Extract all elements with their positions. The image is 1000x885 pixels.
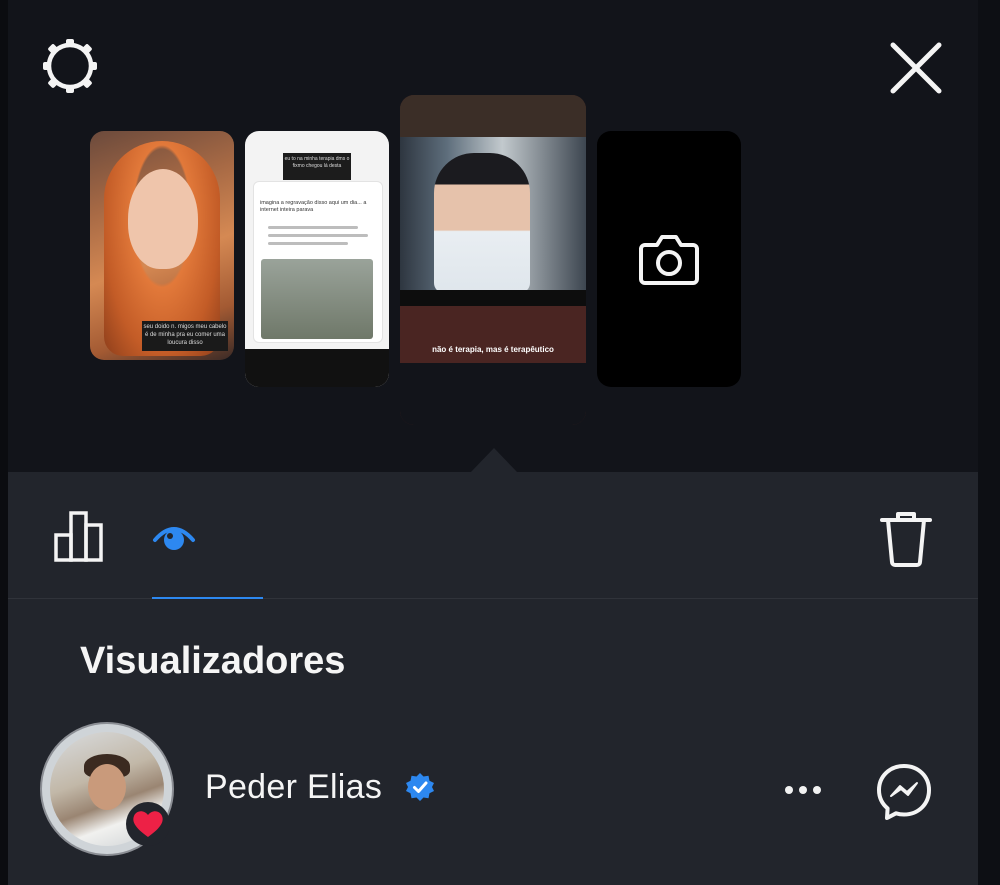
settings-button[interactable] — [38, 34, 102, 98]
story-caption: eu to na minha terapia dms o fixmo chego… — [283, 153, 351, 180]
add-story-camera[interactable] — [597, 131, 741, 387]
gear-icon — [43, 39, 97, 93]
story-subtitle: não é terapia, mas é terapêutico — [432, 345, 554, 354]
verified-badge — [405, 772, 435, 802]
text-line — [268, 242, 348, 245]
more-icon-dot — [799, 786, 807, 794]
close-button[interactable] — [884, 36, 948, 100]
send-message-button[interactable] — [872, 760, 936, 824]
story-thumbnail-3-selected[interactable]: não é terapia, mas é terapêutico — [400, 95, 586, 425]
close-icon — [890, 42, 942, 94]
tv-frame — [400, 290, 586, 306]
text-line — [268, 226, 358, 229]
verified-icon — [406, 773, 434, 801]
active-tab-indicator — [152, 597, 263, 599]
tv-person — [434, 153, 530, 293]
viewers-heading: Visualizadores — [80, 640, 346, 682]
reposted-photo — [261, 259, 373, 339]
reposted-post-text: imagina a regravação disso aqui um dia..… — [260, 200, 367, 213]
left-edge — [0, 0, 8, 885]
camera-icon — [639, 235, 699, 285]
story-wall — [400, 95, 586, 137]
text-line — [268, 234, 368, 237]
delete-button[interactable] — [874, 504, 938, 570]
viewer-name[interactable]: Peder Elias — [205, 768, 382, 807]
story-thumbnail-2[interactable]: eu to na minha terapia dms o fixmo chego… — [245, 131, 389, 387]
eye-icon — [153, 527, 195, 550]
story-photo-face — [128, 169, 198, 269]
story-caption: seu doido n. migos meu cabelo é de minha… — [142, 321, 228, 351]
selected-story-caret — [470, 448, 518, 473]
more-options-button[interactable] — [778, 770, 828, 810]
viewers-tab[interactable] — [150, 514, 198, 560]
heart-icon — [133, 811, 163, 837]
right-edge — [978, 0, 1000, 885]
bar-chart-icon — [54, 511, 103, 562]
more-icon — [785, 786, 793, 794]
scribble-overlay — [400, 363, 586, 425]
more-icon-dot — [813, 786, 821, 794]
avatar-face — [88, 764, 126, 810]
insights-tab[interactable] — [48, 502, 114, 568]
story-thumbnail-1[interactable]: seu doido n. migos meu cabelo é de minha… — [90, 131, 234, 360]
messenger-icon — [877, 764, 931, 820]
trash-icon — [880, 512, 932, 567]
heart-reaction-badge — [126, 802, 170, 846]
scribble-overlay — [245, 349, 389, 387]
